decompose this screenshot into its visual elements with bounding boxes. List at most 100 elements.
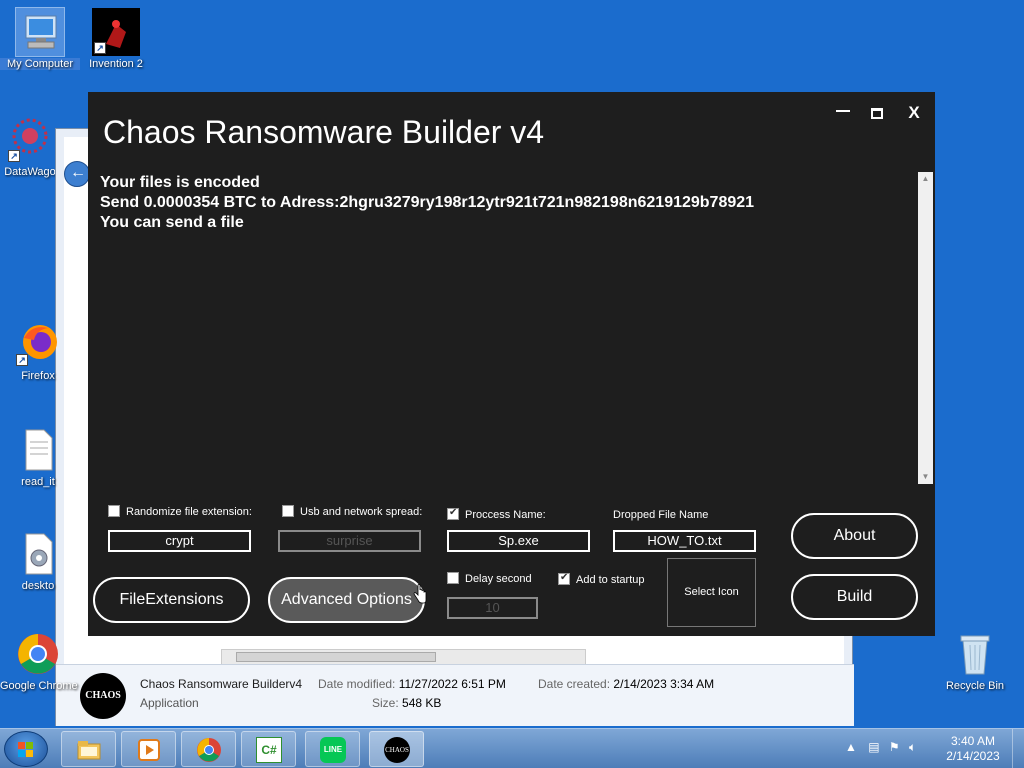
hand-cursor-icon bbox=[413, 584, 427, 604]
desktop-icon-label: DataWago bbox=[4, 166, 56, 178]
details-pane: CHAOS Chaos Ransomware Builderv4 Applica… bbox=[56, 664, 854, 726]
back-arrow-icon[interactable] bbox=[64, 161, 90, 187]
vertical-scrollbar[interactable]: ▲ ▼ bbox=[918, 172, 933, 484]
datawago-icon: ↗ bbox=[6, 116, 54, 164]
desktop-icon-recycle-bin[interactable]: Recycle Bin bbox=[935, 630, 1015, 692]
horizontal-scrollbar[interactable] bbox=[221, 649, 586, 665]
usb-spread-input[interactable]: surprise bbox=[278, 530, 421, 552]
desktop-icon-label: My Computer bbox=[0, 58, 80, 70]
about-button[interactable]: About bbox=[791, 513, 918, 559]
randomize-extension-checkbox[interactable] bbox=[108, 505, 120, 517]
process-name-checkbox[interactable] bbox=[447, 507, 459, 520]
add-startup-option[interactable]: Add to startup bbox=[558, 572, 645, 586]
shortcut-arrow-icon: ↗ bbox=[16, 354, 28, 366]
minimize-button[interactable] bbox=[829, 100, 857, 126]
maximize-button[interactable] bbox=[863, 100, 891, 126]
select-icon-button[interactable]: Select Icon bbox=[667, 558, 756, 627]
shortcut-arrow-icon: ↗ bbox=[94, 42, 106, 54]
usb-spread-label: Usb and network spread: bbox=[300, 506, 423, 518]
start-button[interactable] bbox=[4, 731, 48, 767]
delay-second-checkbox[interactable] bbox=[447, 572, 459, 584]
chrome-icon bbox=[197, 738, 221, 762]
taskbar-media-player[interactable] bbox=[121, 731, 176, 767]
randomize-extension-label: Randomize file extension: bbox=[126, 506, 252, 518]
delay-second-label: Delay second bbox=[465, 573, 532, 585]
system-tray: ▲ ▤ ⚑ 🔈︎ bbox=[845, 740, 916, 755]
desktop-icon-label: deskto bbox=[21, 580, 55, 592]
add-startup-checkbox[interactable] bbox=[558, 572, 570, 585]
delay-second-option[interactable]: Delay second bbox=[447, 572, 532, 585]
taskbar-csharp[interactable]: C# bbox=[241, 731, 296, 767]
usb-spread-checkbox[interactable] bbox=[282, 505, 294, 517]
builder-window: Chaos Ransomware Builder v4 X Your files… bbox=[88, 92, 935, 636]
taskbar-file-explorer[interactable] bbox=[61, 731, 116, 767]
note-line: You can send a file bbox=[100, 214, 244, 231]
date-created-value: 2/14/2023 3:34 AM bbox=[613, 677, 715, 691]
desktop-icon-invention-2[interactable]: ↗ Invention 2 bbox=[76, 8, 156, 70]
ransom-note-textarea[interactable]: Your files is encoded Send 0.0000354 BTC… bbox=[88, 172, 918, 484]
media-player-icon bbox=[138, 739, 160, 761]
desktop-icon-firefox[interactable]: ↗ Firefox bbox=[0, 320, 76, 382]
invention-icon: ↗ bbox=[92, 8, 140, 56]
date-modified: Date modified: 11/27/2022 6:51 PM bbox=[318, 677, 506, 691]
desktop-icon-label: Firefox bbox=[21, 370, 55, 382]
file-name: Chaos Ransomware Builderv4 bbox=[140, 677, 303, 691]
chrome-icon bbox=[14, 630, 62, 678]
date-modified-label: Date modified: bbox=[318, 677, 396, 691]
clock[interactable]: 3:40 AM 2/14/2023 bbox=[938, 734, 1008, 764]
delay-second-input[interactable]: 10 bbox=[447, 597, 538, 619]
file-type: Application bbox=[140, 696, 199, 710]
scrollbar-thumb[interactable] bbox=[236, 652, 436, 662]
desktop-icon-label: Recycle Bin bbox=[945, 680, 1005, 692]
desktop-icon-datawago[interactable]: ↗ DataWago bbox=[0, 116, 60, 178]
taskbar-chaos[interactable]: CHAOS bbox=[369, 731, 424, 767]
desktop-icon-google-chrome[interactable]: Google Chrome bbox=[0, 630, 78, 692]
size-value: 548 KB bbox=[402, 696, 442, 710]
usb-spread-option[interactable]: Usb and network spread: bbox=[282, 505, 422, 518]
close-button[interactable]: X bbox=[900, 100, 928, 126]
date-created-label: Date created: bbox=[538, 677, 611, 691]
desktop-icon-deskto[interactable]: deskto bbox=[0, 530, 76, 592]
desktop-icon-read-it[interactable]: read_it bbox=[0, 426, 76, 488]
note-line: Send 0.0000354 BTC to Adress:2hgru3279ry… bbox=[100, 194, 755, 211]
add-startup-label: Add to startup bbox=[576, 574, 645, 586]
minimize-icon bbox=[836, 109, 850, 112]
process-name-input[interactable]: Sp.exe bbox=[447, 530, 590, 552]
volume-icon[interactable]: 🔈︎ bbox=[909, 740, 916, 754]
desktop-icon-label: Google Chrome bbox=[0, 680, 78, 692]
extension-input[interactable]: crypt bbox=[108, 530, 251, 552]
chaos-app-icon: CHAOS bbox=[80, 673, 126, 719]
windows-logo-icon bbox=[18, 742, 34, 758]
show-desktop-button[interactable] bbox=[1012, 729, 1024, 768]
build-button[interactable]: Build bbox=[791, 574, 918, 620]
firefox-icon: ↗ bbox=[14, 320, 62, 368]
randomize-extension-option[interactable]: Randomize file extension: bbox=[108, 505, 252, 518]
csharp-icon: C# bbox=[256, 737, 282, 763]
show-hidden-icons-icon[interactable]: ▲ bbox=[845, 740, 857, 754]
file-extensions-button[interactable]: FileExtensions bbox=[93, 577, 250, 623]
desktop-icon-label: Invention 2 bbox=[89, 58, 143, 70]
scroll-down-icon[interactable]: ▼ bbox=[918, 470, 933, 484]
network-icon[interactable]: ▤ bbox=[868, 740, 879, 754]
taskbar-line[interactable]: LINE bbox=[305, 731, 360, 767]
dropped-file-label: Dropped File Name bbox=[613, 509, 709, 521]
dropped-file-input[interactable]: HOW_TO.txt bbox=[613, 530, 756, 552]
note-line: Your files is encoded bbox=[100, 174, 260, 191]
date-modified-value: 11/27/2022 6:51 PM bbox=[398, 677, 506, 691]
file-size: Size: 548 KB bbox=[372, 696, 441, 710]
taskbar: C# LINE CHAOS ▲ ▤ ⚑ 🔈︎ 3:40 AM 2/14/2023 bbox=[0, 728, 1024, 768]
date-created: Date created: 2/14/2023 3:34 AM bbox=[538, 677, 714, 691]
advanced-options-button[interactable]: Advanced Options bbox=[268, 577, 425, 623]
line-icon: LINE bbox=[320, 737, 346, 763]
chaos-icon: CHAOS bbox=[384, 737, 410, 763]
process-name-option[interactable]: Proccess Name: bbox=[447, 507, 546, 521]
action-center-icon[interactable]: ⚑ bbox=[889, 740, 900, 754]
process-name-label: Proccess Name: bbox=[465, 509, 546, 521]
clock-date: 2/14/2023 bbox=[946, 749, 1000, 763]
recycle-bin-icon bbox=[951, 630, 999, 678]
shortcut-arrow-icon: ↗ bbox=[8, 150, 20, 162]
taskbar-chrome[interactable] bbox=[181, 731, 236, 767]
scroll-up-icon[interactable]: ▲ bbox=[918, 172, 933, 186]
size-label: Size: bbox=[372, 696, 399, 710]
desktop-icon-my-computer[interactable]: My Computer bbox=[0, 7, 80, 70]
